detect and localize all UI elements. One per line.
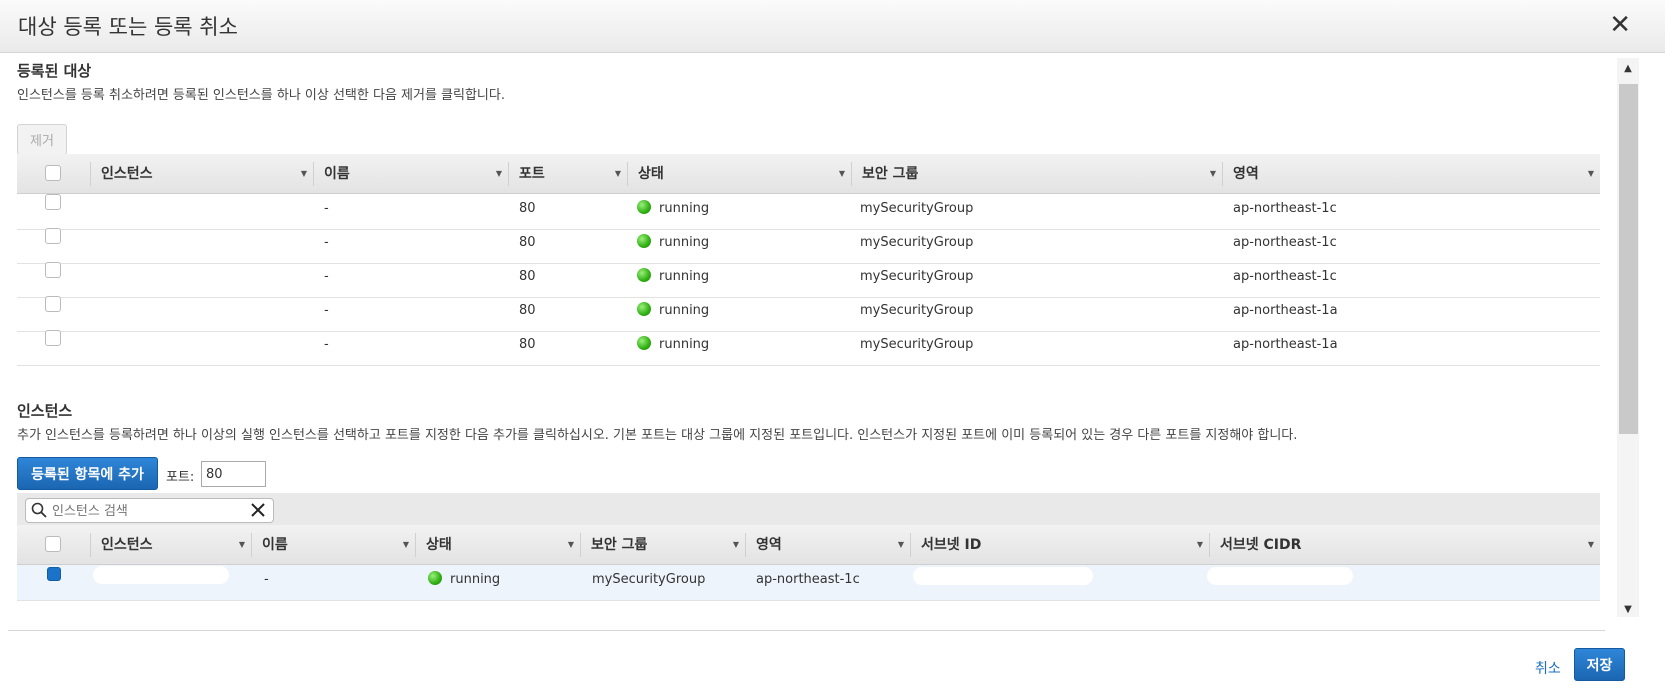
- cell-status: running: [637, 262, 709, 298]
- add-to-registered-button[interactable]: 등록된 항목에 추가: [17, 457, 158, 490]
- instances-table-header: 인스턴스 ▼ 이름 ▼ 상태 ▼ 보안 그룹 ▼ 영역 ▼ 서브넷 ID ▼ 서브넷 CID…: [17, 525, 1600, 565]
- column-header-subnet-id[interactable]: 서브넷 ID ▼: [911, 525, 1209, 565]
- registered-targets-table: 인스턴스 ▼ 이름 ▼ 포트 ▼ 상태 ▼ 보안 그룹 ▼ 영역 ▼ - 80 runnin…: [17, 154, 1600, 366]
- column-header-subnet-cidr[interactable]: 서브넷 CIDR ▼: [1210, 525, 1600, 565]
- vertical-scrollbar[interactable]: ▲ ▼: [1617, 58, 1639, 617]
- clear-search-icon[interactable]: [249, 501, 267, 519]
- cell-name: -: [324, 303, 329, 318]
- row-checkbox[interactable]: [45, 296, 61, 312]
- cell-name: -: [324, 235, 329, 250]
- remove-button[interactable]: 제거: [17, 124, 67, 155]
- instances-table: 인스턴스 ▼ 이름 ▼ 상태 ▼ 보안 그룹 ▼ 영역 ▼ 서브넷 ID ▼ 서브넷 CID…: [17, 525, 1600, 601]
- scroll-down-arrow-icon[interactable]: ▼: [1621, 603, 1635, 617]
- running-status-icon: [637, 336, 651, 350]
- cell-status: running: [637, 228, 709, 264]
- select-all-checkbox[interactable]: [45, 165, 61, 181]
- cell-port: 80: [519, 201, 536, 216]
- running-status-icon: [637, 200, 651, 214]
- column-header-name[interactable]: 이름 ▼: [314, 154, 508, 194]
- table-row[interactable]: - 80 running mySecurityGroup ap-northeas…: [17, 296, 1600, 332]
- running-status-icon: [637, 234, 651, 248]
- cell-name: -: [264, 572, 269, 587]
- cell-status: running: [637, 194, 709, 230]
- dialog-body: 등록된 대상 인스턴스를 등록 취소하려면 등록된 인스턴스를 하나 이상 선택…: [0, 54, 1615, 630]
- cell-subnet-id: [913, 567, 1093, 585]
- table-row[interactable]: - running mySecurityGroup ap-northeast-1…: [17, 565, 1600, 601]
- cell-name: -: [324, 201, 329, 216]
- table-row[interactable]: - 80 running mySecurityGroup ap-northeas…: [17, 194, 1600, 230]
- table-row[interactable]: - 80 running mySecurityGroup ap-northeas…: [17, 228, 1600, 264]
- cell-name: -: [324, 269, 329, 284]
- cell-security-group: mySecurityGroup: [860, 269, 974, 284]
- dialog-title: 대상 등록 또는 등록 취소: [18, 15, 238, 39]
- instances-section-title: 인스턴스: [17, 402, 73, 420]
- close-icon[interactable]: ✕: [1609, 10, 1631, 40]
- cell-port: 80: [519, 269, 536, 284]
- cell-security-group: mySecurityGroup: [860, 201, 974, 216]
- registered-section-title: 등록된 대상: [17, 62, 92, 80]
- row-checkbox[interactable]: [45, 330, 61, 346]
- column-header-zone[interactable]: 영역 ▼: [1223, 154, 1600, 194]
- column-header-security-group[interactable]: 보안 그룹 ▼: [581, 525, 745, 565]
- instance-search-bar: [17, 493, 1600, 527]
- registered-table-header: 인스턴스 ▼ 이름 ▼ 포트 ▼ 상태 ▼ 보안 그룹 ▼ 영역 ▼: [17, 154, 1600, 194]
- scrollbar-thumb[interactable]: [1619, 84, 1638, 434]
- cell-instance: [93, 566, 229, 584]
- cell-security-group: mySecurityGroup: [860, 303, 974, 318]
- dialog-header: 대상 등록 또는 등록 취소 ✕: [0, 0, 1665, 53]
- row-checkbox[interactable]: [47, 567, 61, 581]
- cell-zone: ap-northeast-1c: [1233, 269, 1337, 284]
- cell-port: 80: [519, 235, 536, 250]
- select-all-instances-checkbox[interactable]: [45, 536, 61, 552]
- column-header-name[interactable]: 이름 ▼: [252, 525, 415, 565]
- row-checkbox[interactable]: [45, 262, 61, 278]
- cell-port: 80: [519, 337, 536, 352]
- cell-zone: ap-northeast-1c: [1233, 201, 1337, 216]
- port-label: 포트:: [166, 470, 195, 485]
- column-header-status[interactable]: 상태 ▼: [416, 525, 580, 565]
- cell-security-group: mySecurityGroup: [860, 337, 974, 352]
- cell-zone: ap-northeast-1a: [1233, 337, 1338, 352]
- cell-status: running: [428, 565, 500, 601]
- scroll-up-arrow-icon[interactable]: ▲: [1621, 62, 1635, 76]
- cell-security-group: mySecurityGroup: [592, 572, 706, 587]
- row-checkbox[interactable]: [45, 194, 61, 210]
- cell-name: -: [324, 337, 329, 352]
- instances-section-description: 추가 인스턴스를 등록하려면 하나 이상의 실행 인스턴스를 선택하고 포트를 …: [17, 428, 1298, 443]
- table-row[interactable]: - 80 running mySecurityGroup ap-northeas…: [17, 262, 1600, 298]
- cancel-button[interactable]: 취소: [1535, 658, 1561, 678]
- footer-divider: [8, 630, 1605, 631]
- instance-search-input[interactable]: [52, 501, 242, 521]
- save-button[interactable]: 저장: [1574, 648, 1625, 681]
- cell-port: 80: [519, 303, 536, 318]
- column-header-instance[interactable]: 인스턴스 ▼: [91, 525, 251, 565]
- cell-zone: ap-northeast-1c: [756, 572, 860, 587]
- column-header-instance[interactable]: 인스턴스 ▼: [91, 154, 313, 194]
- cell-zone: ap-northeast-1c: [1233, 235, 1337, 250]
- running-status-icon: [428, 571, 442, 585]
- cell-zone: ap-northeast-1a: [1233, 303, 1338, 318]
- cell-status: running: [637, 296, 709, 332]
- cell-status: running: [637, 330, 709, 366]
- table-row[interactable]: - 80 running mySecurityGroup ap-northeas…: [17, 330, 1600, 366]
- registered-section-description: 인스턴스를 등록 취소하려면 등록된 인스턴스를 하나 이상 선택한 다음 제거…: [17, 88, 505, 103]
- column-header-security-group[interactable]: 보안 그룹 ▼: [852, 154, 1222, 194]
- running-status-icon: [637, 302, 651, 316]
- column-header-port[interactable]: 포트 ▼: [509, 154, 627, 194]
- cell-security-group: mySecurityGroup: [860, 235, 974, 250]
- cell-subnet-cidr: [1207, 567, 1353, 585]
- port-input[interactable]: [201, 461, 266, 487]
- column-header-status[interactable]: 상태 ▼: [628, 154, 851, 194]
- column-header-zone[interactable]: 영역 ▼: [746, 525, 910, 565]
- search-box[interactable]: [25, 498, 274, 523]
- search-icon: [31, 502, 47, 518]
- running-status-icon: [637, 268, 651, 282]
- row-checkbox[interactable]: [45, 228, 61, 244]
